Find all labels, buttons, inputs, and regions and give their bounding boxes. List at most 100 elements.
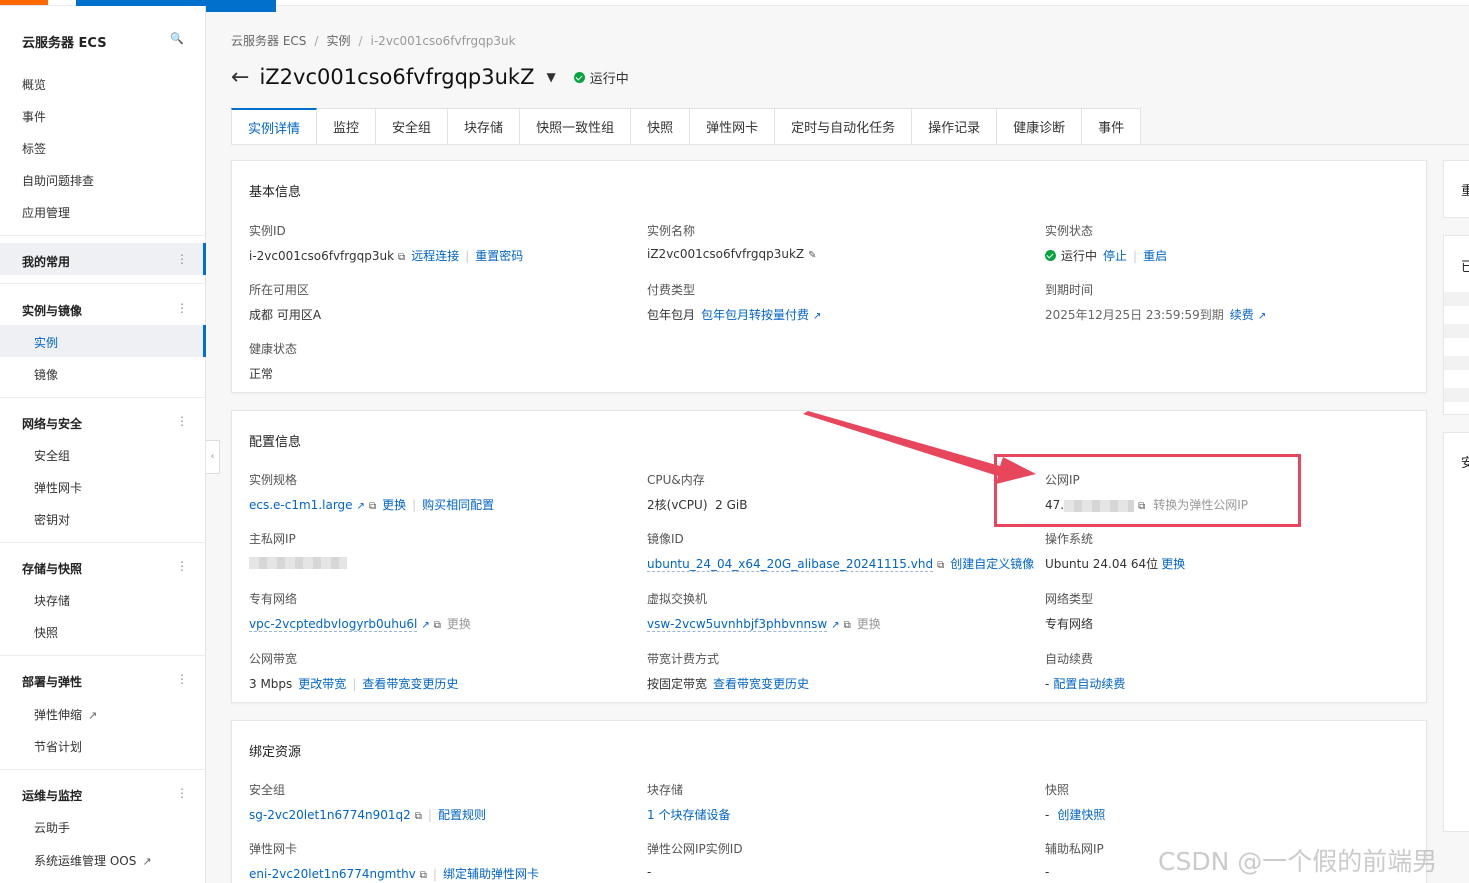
breadcrumb-instances[interactable]: 实例 bbox=[326, 34, 350, 48]
sidebar-item-tags[interactable]: 标签 bbox=[22, 140, 46, 157]
create-snapshot-link[interactable]: 创建快照 bbox=[1057, 808, 1105, 822]
image-link[interactable]: ubuntu_24_04_x64_20G_alibase_20241115.vh… bbox=[647, 557, 934, 572]
field-value: iZ2vc001cso6fvfrgqp3ukZ ✎ bbox=[647, 247, 817, 261]
image-create-link[interactable]: 创建自定义镜像 bbox=[950, 557, 1034, 571]
top-bar-logo-strip[interactable] bbox=[0, 0, 48, 5]
sidebar-item-autoscaling[interactable]: 弹性伸缩 ↗ bbox=[34, 706, 97, 723]
sidebar-item-overview[interactable]: 概览 bbox=[22, 76, 46, 93]
disks-link[interactable]: 1 个块存储设备 bbox=[647, 808, 730, 822]
remote-connect-link[interactable]: 远程连接 bbox=[411, 249, 459, 263]
sidebar-group-instances[interactable]: 实例与镜像 bbox=[22, 302, 82, 319]
field-bandwidth-billing: 带宽计费方式 按固定带宽 查看带宽变更历史 bbox=[647, 650, 809, 692]
copy-icon[interactable]: ⧉ bbox=[415, 811, 422, 822]
billing-convert-link[interactable]: 包年包月转按量付费 bbox=[701, 308, 809, 322]
tab-monitoring[interactable]: 监控 bbox=[317, 108, 377, 145]
sidebar-item-oos[interactable]: 系统运维管理 OOS ↗ bbox=[34, 852, 152, 869]
field-label: 辅助私网IP bbox=[1045, 842, 1104, 856]
sidebar-collapse-button[interactable]: ‹ bbox=[206, 440, 220, 474]
restart-link[interactable]: 重启 bbox=[1143, 247, 1167, 264]
bandwidth-change-link[interactable]: 更改带宽 bbox=[298, 677, 346, 691]
billing-value: 包年包月 bbox=[647, 308, 696, 322]
sidebar-item-cloud-assistant[interactable]: 云助手 bbox=[34, 819, 70, 836]
eni-link[interactable]: eni-2vc20let1n6774ngmthv bbox=[249, 867, 416, 881]
tab-health-diagnosis[interactable]: 健康诊断 bbox=[997, 108, 1083, 145]
sidebar-group-deploy[interactable]: 部署与弹性 bbox=[22, 673, 82, 690]
external-link-icon[interactable]: ↗ bbox=[421, 620, 429, 631]
vswitch-link[interactable]: vsw-2vcw5uvnhbjf3phbvnnsw bbox=[647, 617, 828, 632]
sidebar-item-disks[interactable]: 块存储 bbox=[34, 592, 70, 609]
external-link-icon[interactable]: ↗ bbox=[831, 620, 839, 631]
breadcrumb: 云服务器 ECS / 实例 / i-2vc001cso6fvfrgqp3uk bbox=[231, 34, 516, 48]
sidebar-item-security-groups[interactable]: 安全组 bbox=[34, 447, 70, 464]
more-icon[interactable]: ⋮ bbox=[176, 672, 188, 686]
eip-value: - bbox=[647, 865, 652, 879]
more-icon[interactable]: ⋮ bbox=[176, 786, 188, 800]
bandwidth-billing-history-link[interactable]: 查看带宽变更历史 bbox=[713, 677, 809, 691]
copy-icon[interactable]: ⧉ bbox=[937, 560, 944, 571]
sidebar-item-keypairs[interactable]: 密钥对 bbox=[34, 511, 70, 528]
tab-snapshot-consistency[interactable]: 快照一致性组 bbox=[520, 108, 632, 145]
vpc-link[interactable]: vpc-2vcptedbvlogyrb0uhu6l bbox=[249, 617, 418, 632]
network-type-value: 专有网络 bbox=[1045, 617, 1094, 631]
caret-down-icon[interactable]: ▼ bbox=[546, 70, 555, 84]
sidebar-item-apps[interactable]: 应用管理 bbox=[22, 204, 70, 221]
sidebar-item-images[interactable]: 镜像 bbox=[34, 366, 58, 383]
external-link-icon[interactable]: ↗ bbox=[357, 501, 365, 512]
tab-disks[interactable]: 块存储 bbox=[448, 108, 521, 145]
sidebar-group-ops[interactable]: 运维与监控 bbox=[22, 787, 82, 804]
security-group-link[interactable]: sg-2vc20let1n6774n901q2 bbox=[249, 808, 411, 822]
tab-events[interactable]: 事件 bbox=[1082, 108, 1142, 145]
sidebar-favorites-indicator bbox=[203, 243, 206, 275]
back-arrow-icon[interactable]: ← bbox=[231, 65, 249, 90]
external-link-icon[interactable]: ↗ bbox=[813, 311, 821, 322]
renew-link[interactable]: 续费 bbox=[1230, 308, 1254, 322]
tab-eni[interactable]: 弹性网卡 bbox=[690, 108, 776, 145]
bandwidth-history-link[interactable]: 查看带宽变更历史 bbox=[362, 677, 458, 691]
edit-icon[interactable]: ✎ bbox=[808, 250, 816, 261]
security-group-rules-link[interactable]: 配置规则 bbox=[438, 808, 486, 822]
spec-link[interactable]: ecs.e-c1m1.large bbox=[249, 498, 353, 512]
stop-link[interactable]: 停止 bbox=[1103, 247, 1127, 264]
reset-password-link[interactable]: 重置密码 bbox=[475, 249, 523, 263]
cpu-value: 2核(vCPU) bbox=[647, 498, 708, 512]
tab-instance-details[interactable]: 实例详情 bbox=[231, 108, 318, 145]
tab-security-groups[interactable]: 安全组 bbox=[376, 108, 449, 145]
bind-eni-link[interactable]: 绑定辅助弹性网卡 bbox=[443, 867, 539, 881]
auto-renew-config-link[interactable]: 配置自动续费 bbox=[1053, 677, 1125, 691]
sidebar-item-snapshots[interactable]: 快照 bbox=[34, 624, 58, 641]
field-label: 块存储 bbox=[647, 783, 684, 797]
copy-icon[interactable]: ⧉ bbox=[434, 620, 441, 631]
more-icon[interactable]: ⋮ bbox=[176, 559, 188, 573]
search-icon[interactable]: 🔍 bbox=[170, 32, 184, 45]
sidebar-item-events[interactable]: 事件 bbox=[22, 108, 46, 125]
sidebar-item-label: 弹性伸缩 bbox=[34, 708, 83, 722]
tab-snapshots[interactable]: 快照 bbox=[631, 108, 691, 145]
tab-scheduled-tasks[interactable]: 定时与自动化任务 bbox=[775, 108, 913, 145]
vswitch-change-link[interactable]: 更换 bbox=[857, 617, 881, 631]
copy-icon[interactable]: ⧉ bbox=[844, 620, 851, 631]
top-bar bbox=[0, 0, 1469, 17]
field-spec: 实例规格 ecs.e-c1m1.large ↗ ⧉ 更换 | 购买相同配置 bbox=[249, 471, 494, 513]
more-icon[interactable]: ⋮ bbox=[176, 252, 188, 266]
copy-icon[interactable]: ⧉ bbox=[420, 870, 427, 881]
sidebar-item-savings-plan[interactable]: 节省计划 bbox=[34, 738, 82, 755]
sidebar-group-network[interactable]: 网络与安全 bbox=[22, 415, 82, 432]
field-label: 安全组 bbox=[249, 783, 286, 797]
breadcrumb-ecs[interactable]: 云服务器 ECS bbox=[231, 34, 306, 48]
spec-buy-link[interactable]: 购买相同配置 bbox=[422, 498, 494, 512]
spec-change-link[interactable]: 更换 bbox=[382, 498, 406, 512]
tab-operation-log[interactable]: 操作记录 bbox=[912, 108, 998, 145]
auto-renew-value: - bbox=[1045, 677, 1050, 691]
sidebar-item-troubleshoot[interactable]: 自助问题排查 bbox=[22, 172, 94, 189]
sidebar-group-storage[interactable]: 存储与快照 bbox=[22, 560, 82, 577]
sidebar-item-eni[interactable]: 弹性网卡 bbox=[34, 479, 82, 496]
external-link-icon[interactable]: ↗ bbox=[1258, 311, 1266, 322]
sidebar-item-instances[interactable]: 实例 bbox=[34, 334, 58, 351]
copy-icon[interactable]: ⧉ bbox=[369, 501, 376, 512]
more-icon[interactable]: ⋮ bbox=[176, 414, 188, 428]
vpc-change-link[interactable]: 更换 bbox=[447, 617, 471, 631]
more-icon[interactable]: ⋮ bbox=[176, 301, 188, 315]
os-change-link[interactable]: 更换 bbox=[1161, 557, 1185, 571]
sidebar-group-favorites[interactable]: 我的常用 bbox=[22, 253, 70, 270]
copy-icon[interactable]: ⧉ bbox=[398, 252, 405, 263]
